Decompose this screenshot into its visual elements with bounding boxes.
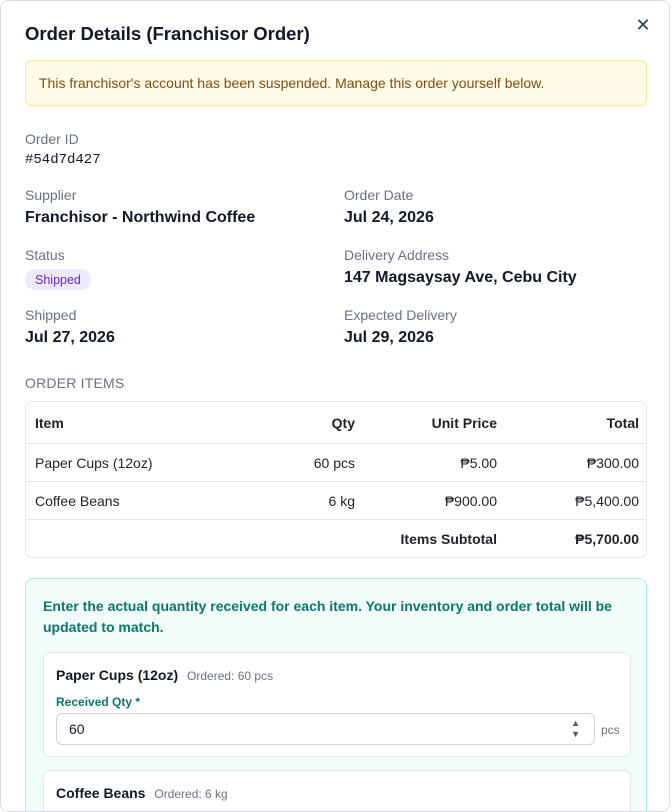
order-items-table: Item Qty Unit Price Total Paper Cups (12… xyxy=(25,401,647,558)
received-qty-input[interactable]: 60 ▲ ▼ xyxy=(56,713,595,745)
received-qty-label: Received Qty * xyxy=(56,695,141,709)
decrement-arrow-icon[interactable]: ▼ xyxy=(571,730,580,739)
subtotal-row: Items Subtotal ₱5,700.00 xyxy=(26,519,646,557)
row-item-name: Paper Cups (12oz) xyxy=(35,454,153,471)
receive-instructions: Enter the actual quantity received for e… xyxy=(43,598,612,635)
close-icon[interactable]: ✕ xyxy=(633,15,653,35)
shipped-label: Shipped xyxy=(25,307,77,323)
row-total: ₱300.00 xyxy=(586,454,639,471)
received-qty-value: 60 xyxy=(69,721,85,737)
expected-delivery-value: Jul 29, 2026 xyxy=(344,329,434,346)
row-total: ₱5,400.00 xyxy=(575,492,639,509)
row-qty: 6 kg xyxy=(328,492,355,509)
receive-item-name: Paper Cups (12oz) xyxy=(56,667,179,683)
receive-item-card: Paper Cups (12oz) Ordered: 60 pcs Receiv… xyxy=(43,652,631,757)
supplier-value: Franchisor - Northwind Coffee xyxy=(25,209,256,226)
column-header-total: Total xyxy=(606,414,639,431)
subtotal-label: Items Subtotal xyxy=(400,530,497,547)
table-row: Coffee Beans 6 kg ₱900.00 ₱5,400.00 xyxy=(26,481,646,519)
column-header-qty: Qty xyxy=(331,414,355,431)
row-unit-price: ₱900.00 xyxy=(444,492,497,509)
delivery-address-label: Delivery Address xyxy=(344,247,450,263)
table-row: Paper Cups (12oz) 60 pcs ₱5.00 ₱300.00 xyxy=(26,443,646,481)
receive-item-name: Coffee Beans xyxy=(56,785,146,801)
expected-delivery-label: Expected Delivery xyxy=(344,307,457,323)
row-unit-price: ₱5.00 xyxy=(460,454,497,471)
quantity-stepper[interactable]: ▲ ▼ xyxy=(571,719,580,739)
receive-items-panel: Enter the actual quantity received for e… xyxy=(25,578,647,811)
column-header-unit-price: Unit Price xyxy=(431,414,497,431)
receive-item-ordered: Ordered: 60 pcs xyxy=(187,669,274,683)
order-date-value: Jul 24, 2026 xyxy=(344,209,434,226)
shipped-date-value: Jul 27, 2026 xyxy=(25,329,115,346)
order-id-label: Order ID xyxy=(25,131,79,147)
order-items-heading: ORDER ITEMS xyxy=(25,375,125,391)
delivery-address-value: 147 Magsaysay Ave, Cebu City xyxy=(344,269,577,286)
suspended-account-banner: This franchisor's account has been suspe… xyxy=(25,60,647,106)
receive-item-card: Coffee Beans Ordered: 6 kg xyxy=(43,770,631,811)
subtotal-value: ₱5,700.00 xyxy=(575,530,639,547)
received-qty-unit: pcs xyxy=(601,723,620,737)
order-details-modal: ✕ Order Details (Franchisor Order) This … xyxy=(0,0,670,812)
column-header-item: Item xyxy=(35,414,64,431)
order-date-label: Order Date xyxy=(344,187,414,203)
row-qty: 60 pcs xyxy=(313,454,355,471)
status-label: Status xyxy=(25,247,65,263)
status-badge: Shipped xyxy=(25,269,91,290)
banner-text: This franchisor's account has been suspe… xyxy=(39,75,545,91)
row-item-name: Coffee Beans xyxy=(35,492,120,509)
table-header-row: Item Qty Unit Price Total xyxy=(26,402,646,443)
order-id-value: #54d7d427 xyxy=(25,152,101,168)
increment-arrow-icon[interactable]: ▲ xyxy=(571,719,580,728)
supplier-label: Supplier xyxy=(25,187,77,203)
receive-item-ordered: Ordered: 6 kg xyxy=(154,787,228,801)
modal-title: Order Details (Franchisor Order) xyxy=(25,23,310,44)
